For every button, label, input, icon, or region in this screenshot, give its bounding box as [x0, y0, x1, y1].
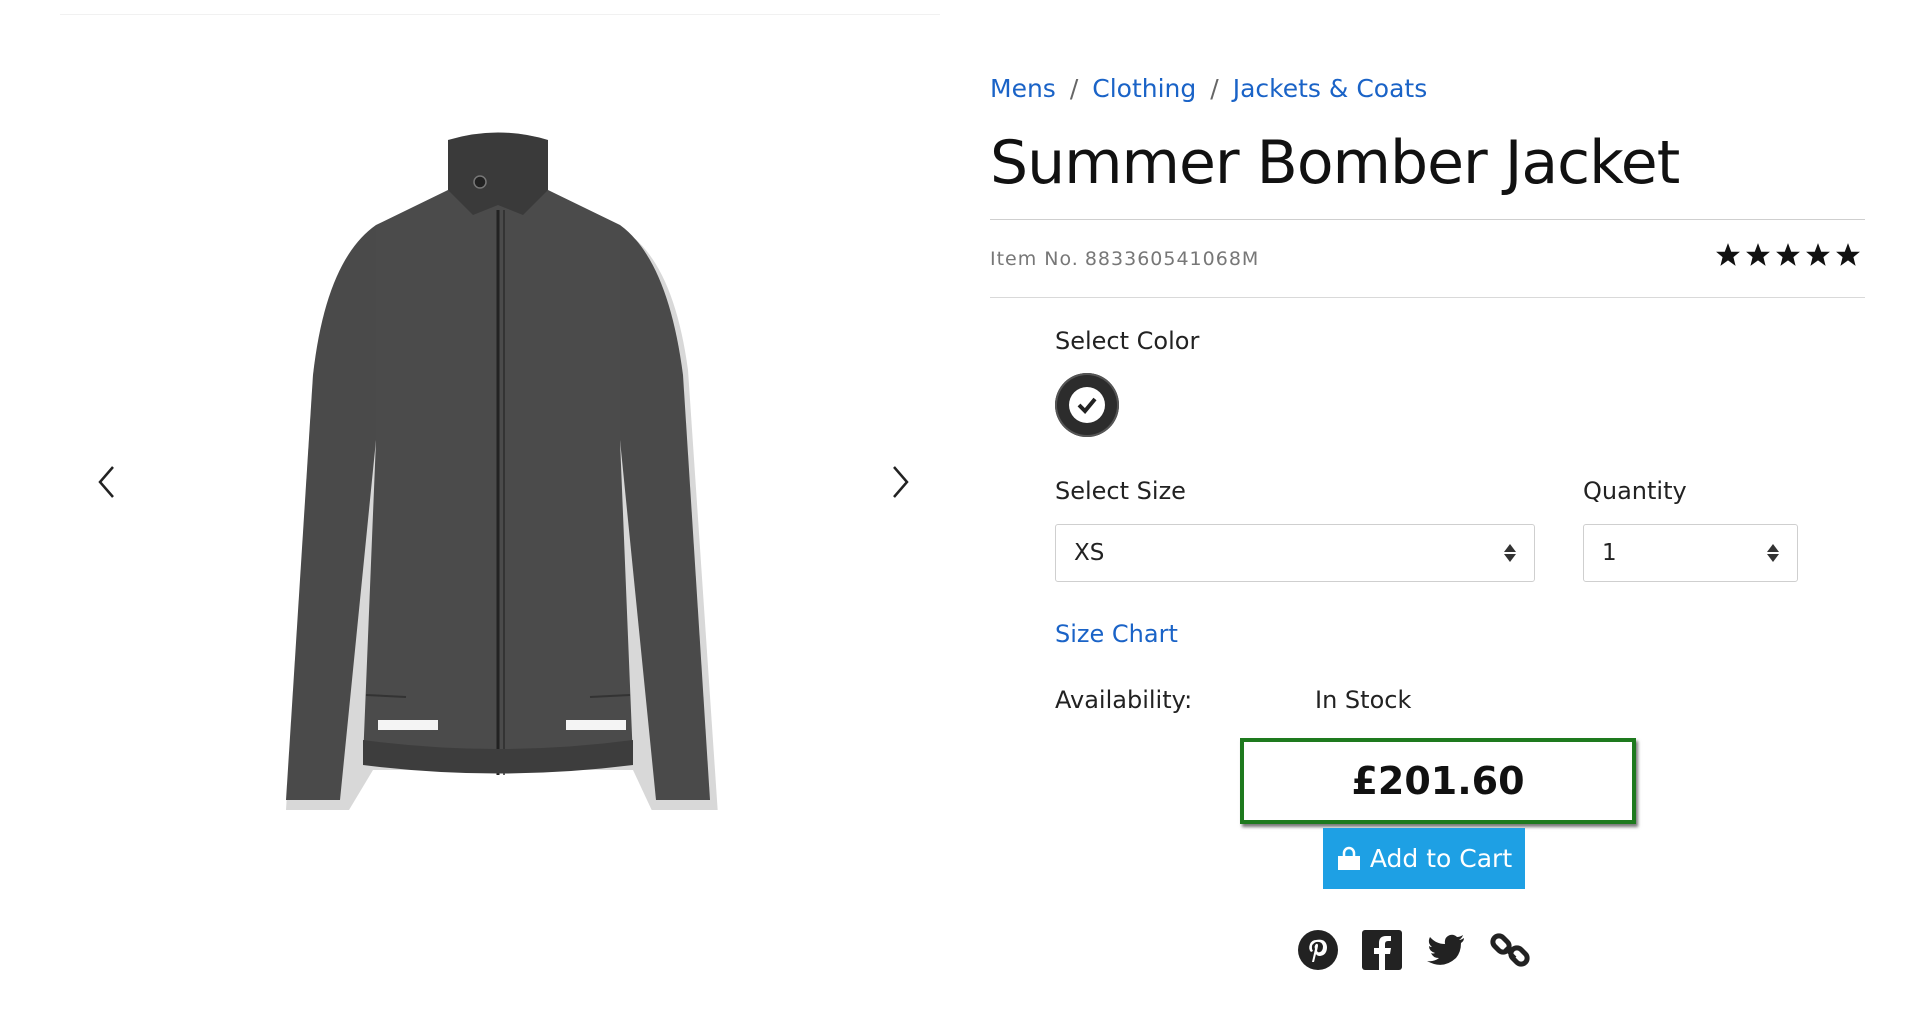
divider — [990, 219, 1865, 220]
quantity-select[interactable]: 1 — [1583, 524, 1798, 582]
select-color-label: Select Color — [1055, 327, 1200, 355]
star-icon — [1806, 243, 1830, 266]
product-title: Summer Bomber Jacket — [990, 128, 1680, 198]
star-icon — [1716, 243, 1740, 266]
breadcrumb-separator: / — [1069, 74, 1079, 103]
previous-image-button[interactable] — [87, 452, 127, 512]
star-icon — [1746, 243, 1770, 266]
breadcrumb-clothing[interactable]: Clothing — [1092, 74, 1196, 103]
star-icon — [1776, 243, 1800, 266]
checkmark-icon — [1069, 387, 1105, 423]
size-select[interactable]: XS — [1055, 524, 1535, 582]
breadcrumb-separator: / — [1210, 74, 1219, 103]
color-swatch-selected[interactable] — [1055, 373, 1119, 437]
add-to-cart-label: Add to Cart — [1369, 844, 1513, 873]
twitter-icon[interactable] — [1424, 928, 1468, 972]
facebook-icon[interactable] — [1360, 928, 1404, 972]
top-divider — [60, 14, 940, 15]
select-size-label: Select Size — [1055, 477, 1186, 505]
shopping-bag-icon — [1337, 846, 1360, 870]
price: £201.60 — [1240, 738, 1636, 824]
pinterest-icon[interactable] — [1296, 928, 1340, 972]
rating-stars — [1715, 242, 1861, 268]
add-to-cart-button[interactable]: Add to Cart — [1323, 828, 1525, 889]
item-number-label: Item No. — [990, 248, 1079, 270]
link-icon[interactable] — [1488, 928, 1532, 972]
breadcrumb-jackets-coats[interactable]: Jackets & Coats — [1233, 74, 1428, 103]
item-number: Item No. 883360541068M — [990, 248, 1259, 270]
availability-label: Availability: — [1055, 686, 1193, 714]
availability-value: In Stock — [1315, 686, 1412, 714]
jacket-image — [286, 132, 718, 810]
item-number-value: 883360541068M — [1084, 248, 1260, 270]
breadcrumb-mens[interactable]: Mens — [990, 74, 1056, 103]
next-image-button[interactable] — [880, 452, 920, 512]
breadcrumb: Mens / Clothing / Jackets & Coats — [990, 74, 1427, 103]
share-icons — [1296, 928, 1532, 972]
quantity-label: Quantity — [1583, 477, 1687, 505]
divider — [990, 297, 1865, 298]
size-select-value: XS — [1074, 540, 1105, 566]
chevron-left-icon — [98, 466, 114, 498]
select-arrows-icon — [1767, 544, 1779, 562]
product-details: Mens / Clothing / Jackets & Coats Summer Bom… — [990, 0, 1870, 1010]
product-gallery — [0, 80, 980, 900]
chevron-right-icon — [893, 466, 909, 498]
size-chart-link[interactable]: Size Chart — [1055, 620, 1178, 648]
quantity-select-value: 1 — [1602, 540, 1617, 566]
star-icon — [1836, 243, 1860, 266]
select-arrows-icon — [1504, 544, 1516, 562]
